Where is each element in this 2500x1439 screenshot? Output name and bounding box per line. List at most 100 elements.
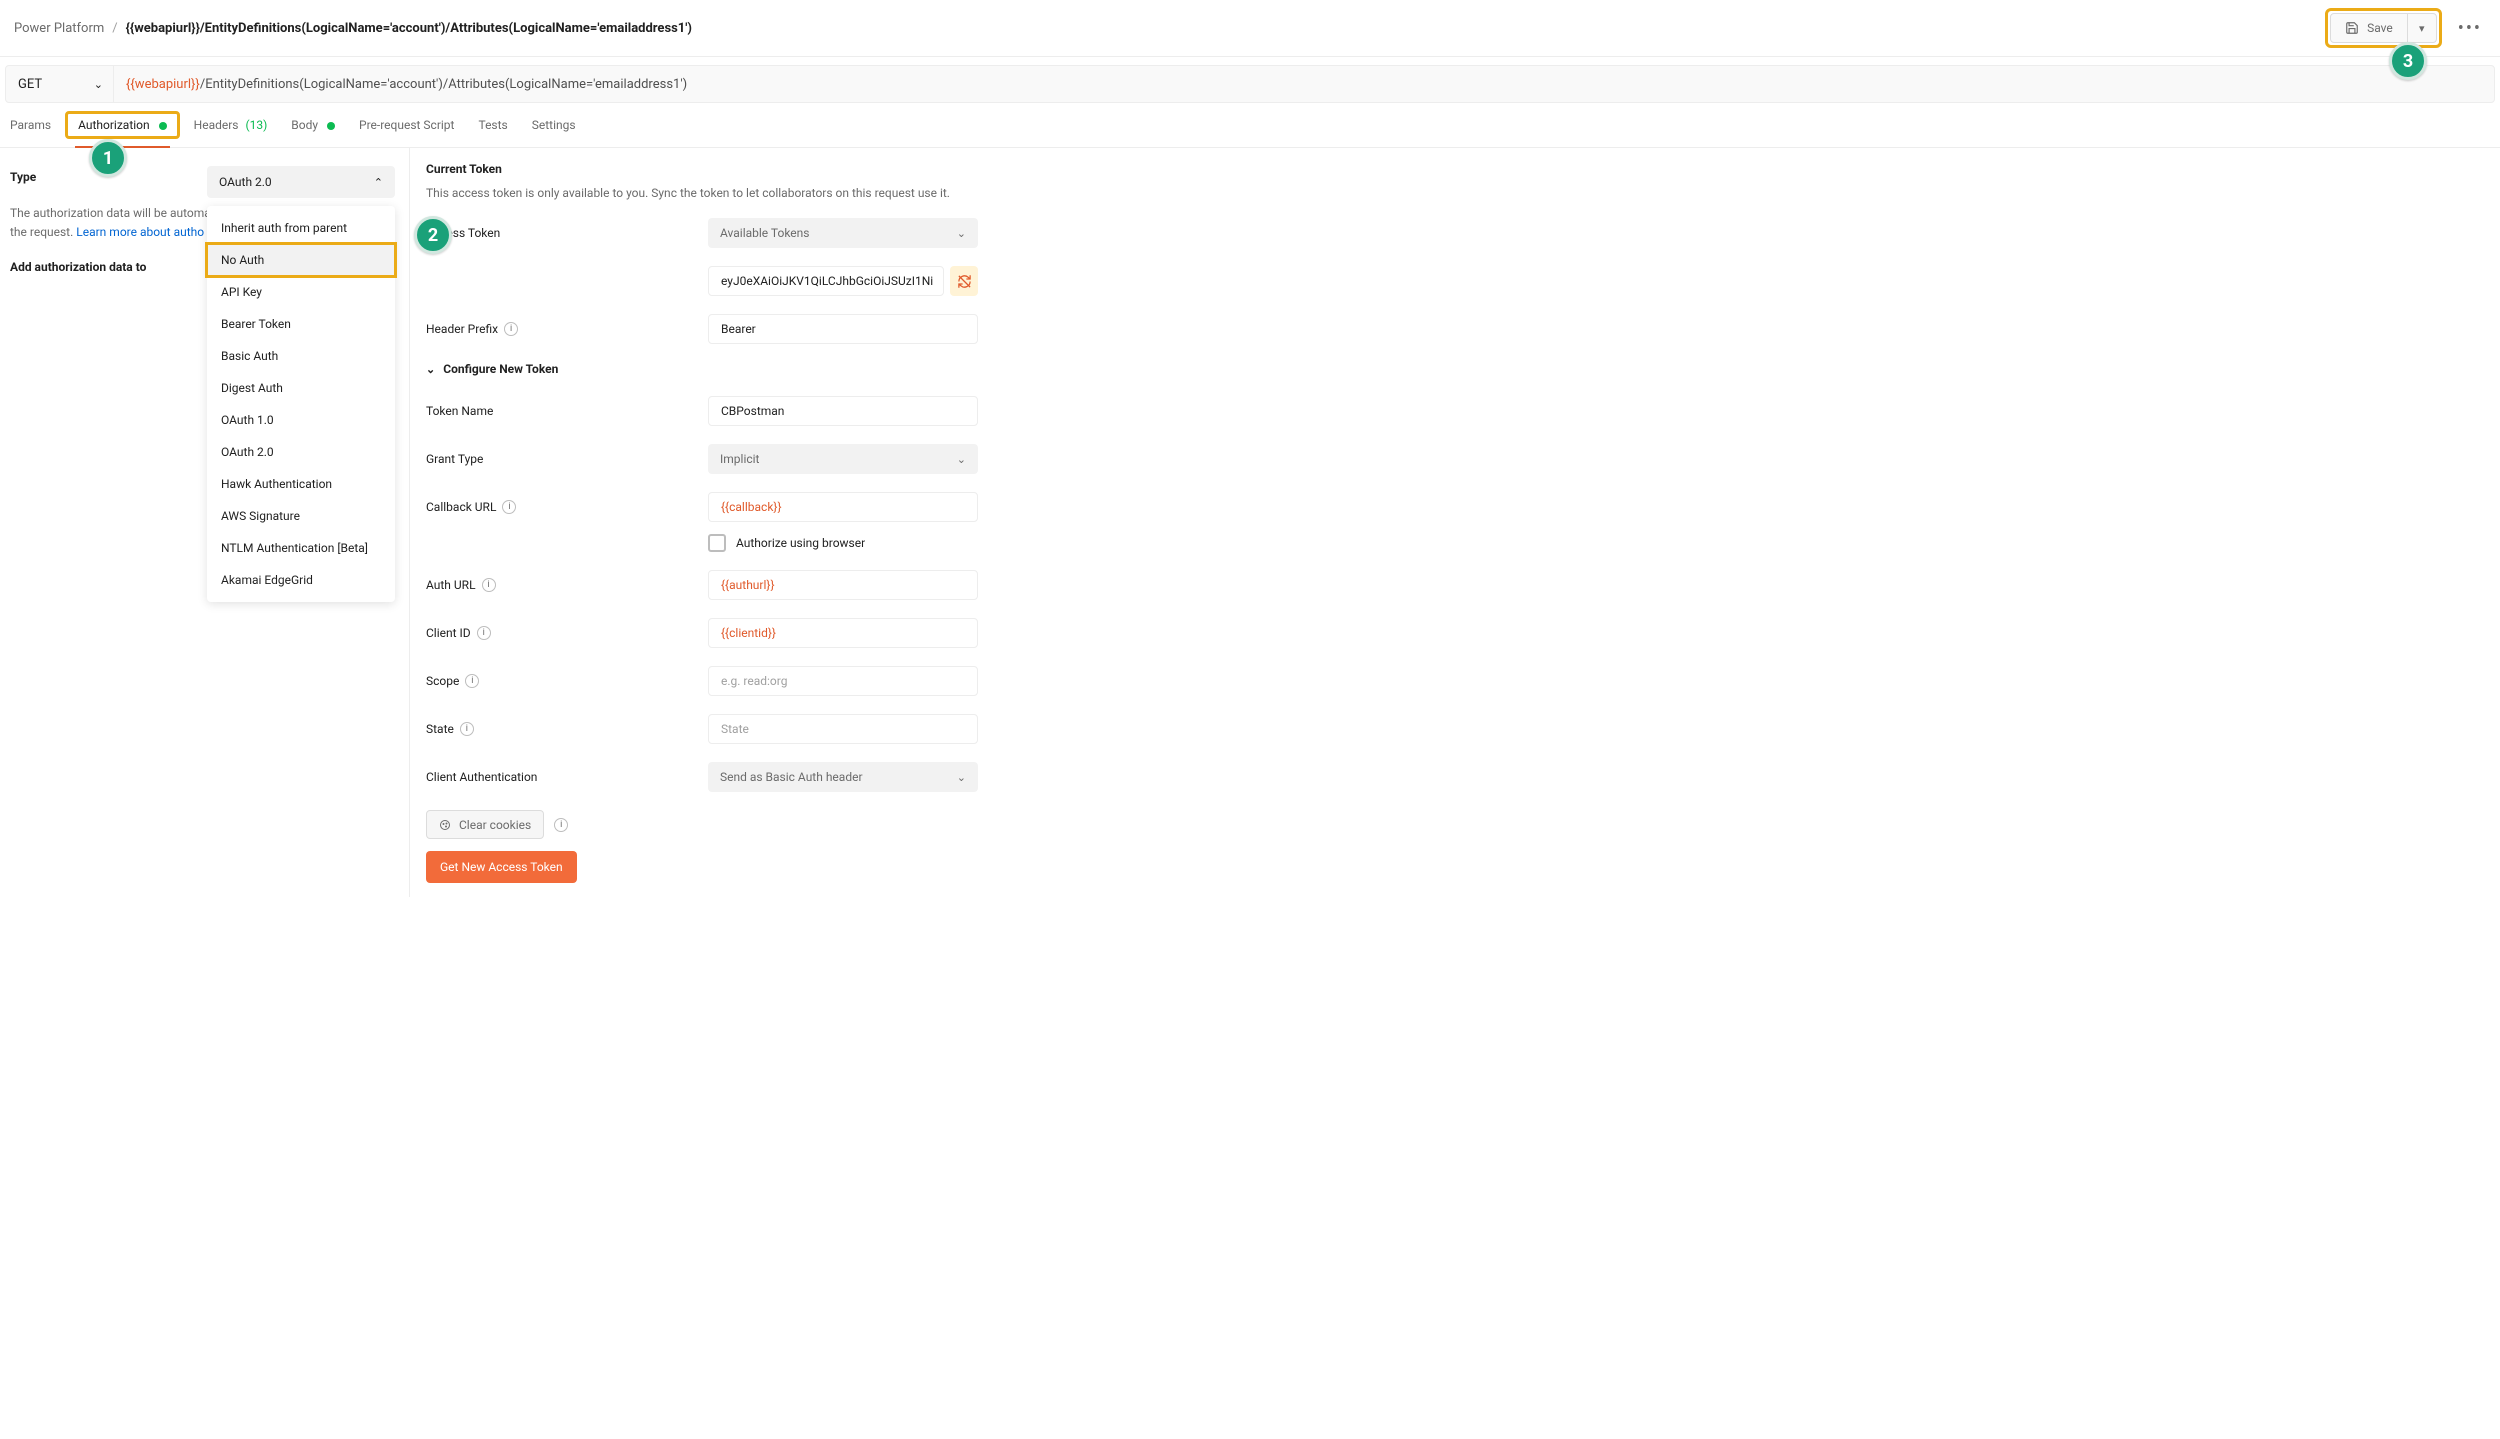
chevron-down-icon: ⌄ — [94, 78, 103, 91]
sync-off-icon — [957, 274, 972, 289]
tab-authorization-label: Authorization — [78, 118, 150, 132]
state-placeholder: State — [721, 722, 749, 736]
grant-type-select[interactable]: Implicit ⌄ — [708, 444, 978, 474]
auth-option-api-key[interactable]: API Key — [207, 276, 395, 308]
header-prefix-label: Header Prefix — [426, 322, 498, 336]
access-token-value: eyJ0eXAiOiJKV1QiLCJhbGciOiJSUzI1Ni — [721, 274, 933, 288]
token-name-value: CBPostman — [721, 404, 784, 418]
tab-settings[interactable]: Settings — [532, 118, 576, 144]
available-tokens-select[interactable]: Available Tokens ⌄ — [708, 218, 978, 248]
chevron-down-icon: ⌄ — [957, 771, 966, 784]
info-icon[interactable]: i — [482, 578, 496, 592]
authorize-browser-checkbox[interactable] — [708, 534, 726, 552]
auth-option-digest-auth[interactable]: Digest Auth — [207, 372, 395, 404]
more-actions-button[interactable]: ••• — [2454, 18, 2486, 39]
token-name-label: Token Name — [426, 404, 708, 418]
auth-option-no-auth[interactable]: No Auth — [207, 244, 395, 276]
http-method-select[interactable]: GET ⌄ — [6, 66, 114, 102]
sync-token-button[interactable] — [950, 266, 978, 296]
tab-headers-label: Headers — [194, 118, 239, 132]
status-dot-icon — [327, 122, 335, 130]
tab-params[interactable]: Params — [10, 118, 51, 144]
save-button-group: Save ▾ — [2330, 13, 2437, 43]
callback-url-value: {{callback}} — [721, 500, 782, 514]
save-label: Save — [2367, 21, 2393, 35]
access-token-input[interactable]: eyJ0eXAiOiJKV1QiLCJhbGciOiJSUzI1Ni — [708, 266, 944, 296]
authorize-browser-label: Authorize using browser — [736, 536, 865, 550]
clear-cookies-button[interactable]: Clear cookies — [426, 810, 544, 839]
client-id-input[interactable]: {{clientid}} — [708, 618, 978, 648]
tab-body[interactable]: Body — [291, 118, 335, 144]
callback-url-label: Callback URL — [426, 500, 496, 514]
client-authentication-label: Client Authentication — [426, 770, 708, 784]
auth-url-label: Auth URL — [426, 578, 476, 592]
info-icon[interactable]: i — [504, 322, 518, 336]
request-url-bar: GET ⌄ {{webapiurl}}/EntityDefinitions(Lo… — [5, 65, 2495, 103]
state-input[interactable]: State — [708, 714, 978, 744]
callout-bubble-2: 2 — [414, 216, 452, 254]
chevron-down-icon: ⌄ — [957, 453, 966, 466]
tab-body-label: Body — [291, 118, 318, 132]
grant-type-label: Grant Type — [426, 452, 708, 466]
http-method-value: GET — [18, 77, 42, 92]
client-authentication-select[interactable]: Send as Basic Auth header ⌄ — [708, 762, 978, 792]
auth-type-select[interactable]: OAuth 2.0 ⌃ — [207, 166, 395, 198]
callout-bubble-1: 1 — [89, 139, 127, 177]
auth-option-bearer-token[interactable]: Bearer Token — [207, 308, 395, 340]
auth-option-oauth1[interactable]: OAuth 1.0 — [207, 404, 395, 436]
auth-option-aws-signature[interactable]: AWS Signature — [207, 500, 395, 532]
scope-input[interactable]: e.g. read:org — [708, 666, 978, 696]
auth-type-selected: OAuth 2.0 — [219, 175, 272, 189]
learn-more-link[interactable]: Learn more about autho — [76, 225, 204, 239]
auth-url-value: {{authurl}} — [721, 578, 775, 592]
tab-headers[interactable]: Headers (13) — [194, 118, 268, 144]
header-prefix-value: Bearer — [721, 322, 756, 336]
url-variable: {{webapiurl}} — [126, 77, 200, 92]
info-icon[interactable]: i — [554, 818, 568, 832]
authorize-browser-row: Authorize using browser — [708, 534, 1034, 552]
client-id-value: {{clientid}} — [721, 626, 776, 640]
grant-type-value: Implicit — [720, 452, 760, 466]
breadcrumb-root[interactable]: Power Platform — [14, 21, 104, 36]
client-authentication-value: Send as Basic Auth header — [720, 770, 863, 784]
auth-option-akamai[interactable]: Akamai EdgeGrid — [207, 564, 395, 596]
tab-tests[interactable]: Tests — [478, 118, 507, 144]
breadcrumb-sep: / — [112, 21, 117, 36]
request-tabs: Params Authorization Headers (13) Body P… — [0, 103, 2500, 148]
auth-option-inherit[interactable]: Inherit auth from parent — [207, 212, 395, 244]
chevron-down-icon: ⌄ — [957, 227, 966, 240]
header-prefix-input[interactable]: Bearer — [708, 314, 978, 344]
current-token-title: Current Token — [426, 162, 1034, 176]
info-icon[interactable]: i — [465, 674, 479, 688]
auth-option-hawk[interactable]: Hawk Authentication — [207, 468, 395, 500]
info-icon[interactable]: i — [477, 626, 491, 640]
scope-placeholder: e.g. read:org — [721, 674, 787, 688]
auth-url-input[interactable]: {{authurl}} — [708, 570, 978, 600]
state-label: State — [426, 722, 454, 736]
save-button[interactable]: Save — [2331, 14, 2408, 42]
configure-new-token-toggle[interactable]: ⌄ Configure New Token — [426, 362, 1034, 376]
auth-option-oauth2[interactable]: OAuth 2.0 — [207, 436, 395, 468]
auth-option-basic-auth[interactable]: Basic Auth — [207, 340, 395, 372]
tab-prerequest-script[interactable]: Pre-request Script — [359, 118, 454, 144]
breadcrumb-title: {{webapiurl}}/EntityDefinitions(LogicalN… — [126, 21, 692, 36]
tab-headers-count: (13) — [245, 118, 267, 132]
access-token-label: Access Token — [426, 226, 708, 240]
url-input[interactable]: {{webapiurl}}/EntityDefinitions(LogicalN… — [114, 66, 2494, 102]
chevron-down-icon: ▾ — [2419, 22, 2425, 35]
status-dot-icon — [159, 122, 167, 130]
available-tokens-value: Available Tokens — [720, 226, 809, 240]
info-icon[interactable]: i — [460, 722, 474, 736]
tab-authorization[interactable]: Authorization — [75, 115, 170, 147]
auth-option-ntlm[interactable]: NTLM Authentication [Beta] — [207, 532, 395, 564]
token-name-input[interactable]: CBPostman — [708, 396, 978, 426]
save-caret[interactable]: ▾ — [2408, 14, 2436, 42]
auth-type-menu: Inherit auth from parent No Auth API Key… — [207, 206, 395, 602]
current-token-subtitle: This access token is only available to y… — [426, 186, 1034, 200]
url-rest: /EntityDefinitions(LogicalName='account'… — [200, 77, 687, 92]
get-new-access-token-button[interactable]: Get New Access Token — [426, 851, 577, 883]
callback-url-input[interactable]: {{callback}} — [708, 492, 978, 522]
info-icon[interactable]: i — [502, 500, 516, 514]
save-icon — [2345, 21, 2359, 35]
get-new-access-token-label: Get New Access Token — [440, 860, 563, 874]
